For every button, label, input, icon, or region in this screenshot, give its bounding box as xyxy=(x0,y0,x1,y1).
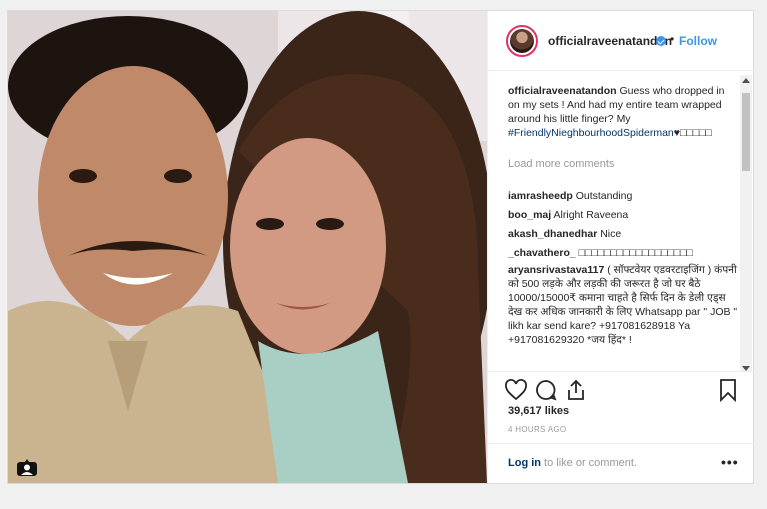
post-timestamp[interactable]: 4 HOURS AGO xyxy=(508,425,566,434)
bookmark-icon[interactable] xyxy=(716,378,740,403)
post-sidebar: officialraveenatandon • Follow officialr… xyxy=(487,11,754,483)
share-icon[interactable] xyxy=(564,378,588,402)
caption-username[interactable]: officialraveenatandon xyxy=(508,85,617,97)
load-more-comments-link[interactable]: Load more comments xyxy=(508,157,614,171)
comment-icon[interactable] xyxy=(534,378,558,402)
comment-item: _chavathero_ □□□□□□□□□□□□□□□□□□ xyxy=(508,246,738,260)
like-count[interactable]: 39,617 likes xyxy=(508,405,569,417)
verified-icon xyxy=(656,36,666,46)
caption-hashtag[interactable]: #FriendlyNieghbourhoodSpiderman xyxy=(508,127,674,139)
comment-username[interactable]: aryansrivastava117 xyxy=(508,264,604,276)
login-bar: Log in to like or comment. ••• xyxy=(488,443,754,483)
scroll-up-arrow-icon[interactable] xyxy=(742,78,750,83)
login-link[interactable]: Log in xyxy=(508,457,541,469)
comment-text: ( सॉफ्टवेयर एडवरटाइजिंग ) कंपनी को 500 ल… xyxy=(508,264,738,346)
comment-text: Nice xyxy=(600,228,622,240)
more-options-icon[interactable]: ••• xyxy=(721,454,739,470)
avatar[interactable] xyxy=(506,25,538,57)
comment-text: Outstanding xyxy=(575,190,633,202)
comment-username[interactable]: boo_maj xyxy=(508,209,551,221)
action-bar xyxy=(488,371,754,407)
post-caption: officialraveenatandon Guess who dropped … xyxy=(508,84,738,140)
login-text: to like or comment. xyxy=(541,457,637,469)
separator-dot: • xyxy=(670,32,675,46)
comment-username[interactable]: iamrasheedp xyxy=(508,190,573,202)
heart-icon[interactable] xyxy=(504,378,528,402)
instagram-post: officialraveenatandon • Follow officialr… xyxy=(7,10,754,484)
caption-text-end: ♥□□□□□ xyxy=(673,127,712,139)
comments-list[interactable]: officialraveenatandon Guess who dropped … xyxy=(488,71,754,371)
comment-item: iamrasheedp Outstanding xyxy=(508,189,738,203)
comment-item: akash_dhanedhar Nice xyxy=(508,227,738,241)
scrollbar-thumb[interactable] xyxy=(742,93,750,171)
comment-text: Alright Raveena xyxy=(553,209,629,221)
post-header: officialraveenatandon • Follow xyxy=(488,11,754,71)
login-prompt: Log in to like or comment. xyxy=(508,457,637,469)
comment-text: □□□□□□□□□□□□□□□□□□ xyxy=(578,247,693,259)
comment-item: aryansrivastava117 ( सॉफ्टवेयर एडवरटाइजि… xyxy=(508,263,738,347)
comment-username[interactable]: _chavathero_ xyxy=(508,247,576,259)
comment-username[interactable]: akash_dhanedhar xyxy=(508,228,597,240)
comment-item: boo_maj Alright Raveena xyxy=(508,208,738,222)
post-photo[interactable] xyxy=(8,11,487,483)
follow-button[interactable]: Follow xyxy=(679,34,717,48)
selfie-illustration xyxy=(8,11,487,483)
tag-user-icon[interactable] xyxy=(16,459,38,477)
post-username[interactable]: officialraveenatandon xyxy=(548,34,672,48)
